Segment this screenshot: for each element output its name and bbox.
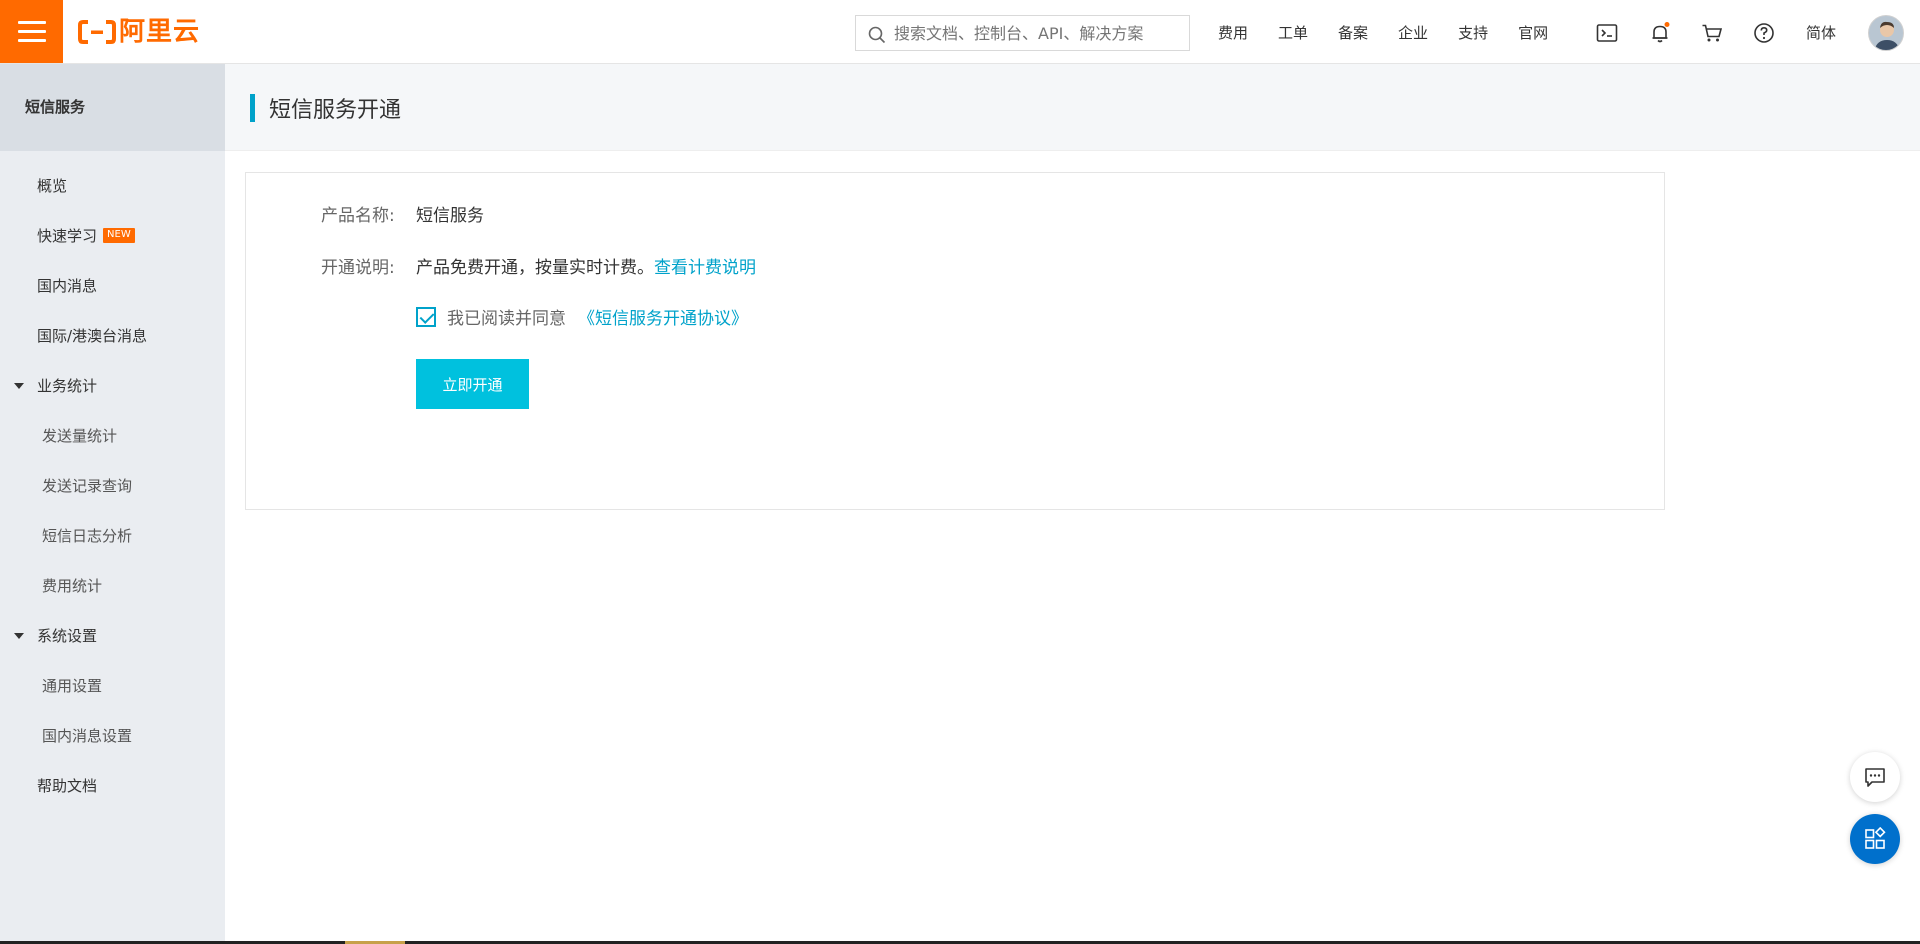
search-input[interactable] <box>894 16 1182 50</box>
page-title: 短信服务开通 <box>269 98 402 123</box>
new-badge: NEW <box>103 228 135 243</box>
sidebar-item-label: 帮助文档 <box>37 777 98 795</box>
user-avatar-icon <box>1869 16 1903 50</box>
sidebar-item-label: 概览 <box>37 177 68 195</box>
sidebar-group-business-stats[interactable]: 业务统计 <box>0 361 225 411</box>
page-header: 短信服务开通 <box>225 64 1920 151</box>
activation-card: 产品名称: 短信服务 开通说明: 产品免费开通，按量实时计费。查看计费说明 我已… <box>245 172 1665 510</box>
sidebar-item-label: 国内消息 <box>37 277 98 295</box>
apps-grid-icon <box>1865 827 1886 849</box>
sidebar-item-label: 快速学习 <box>37 227 98 245</box>
top-bar: 阿里云 费用 工单 备案 企业 支持 官网 <box>0 0 1920 64</box>
avatar[interactable] <box>1868 15 1904 51</box>
top-nav-ticket[interactable]: 工单 <box>1278 22 1308 43</box>
sidebar-item-send-volume-stats[interactable]: 发送量统计 <box>0 411 225 461</box>
agreement-text: 我已阅读并同意 <box>447 309 566 329</box>
title-accent-bar <box>250 94 255 122</box>
product-name-value: 短信服务 <box>416 206 484 226</box>
sidebar-menu: 概览 快速学习 NEW 国内消息 国际/港澳台消息 业务统计 发送量统计 发送记录… <box>0 151 225 811</box>
sidebar-title[interactable]: 短信服务 <box>0 64 225 151</box>
sidebar-item-general-settings[interactable]: 通用设置 <box>0 661 225 711</box>
top-nav-enterprise[interactable]: 企业 <box>1398 22 1428 43</box>
sidebar-item-domestic-message-settings[interactable]: 国内消息设置 <box>0 711 225 761</box>
apps-float-button[interactable] <box>1850 814 1900 864</box>
sidebar-item-label: 通用设置 <box>42 677 103 695</box>
language-switch[interactable]: 简体 <box>1806 22 1836 43</box>
menu-toggle-button[interactable] <box>0 0 63 63</box>
sidebar-item-label: 费用统计 <box>42 577 103 595</box>
notification-dot <box>1664 22 1670 27</box>
menu-icon-line <box>18 30 46 33</box>
caret-down-icon <box>14 633 24 639</box>
top-nav-website[interactable]: 官网 <box>1518 22 1548 43</box>
top-nav: 费用 工单 备案 企业 支持 官网 <box>1218 0 1578 64</box>
sidebar-item-international-messages[interactable]: 国际/港澳台消息 <box>0 311 225 361</box>
menu-icon-line <box>18 39 46 42</box>
sidebar-item-label: 系统设置 <box>37 627 98 645</box>
sidebar-item-help-docs[interactable]: 帮助文档 <box>0 761 225 811</box>
caret-down-icon <box>14 383 24 389</box>
menu-icon <box>18 21 46 24</box>
activation-desc-value: 产品免费开通，按量实时计费。查看计费说明 <box>416 253 756 278</box>
help-icon[interactable] <box>1752 21 1776 45</box>
sidebar-group-system-settings[interactable]: 系统设置 <box>0 611 225 661</box>
billing-info-link[interactable]: 查看计费说明 <box>654 258 756 278</box>
sidebar-item-label: 业务统计 <box>37 377 98 395</box>
brand-logo-text: 阿里云 <box>119 17 201 47</box>
terminal-icon[interactable] <box>1595 21 1619 45</box>
sidebar-item-fee-stats[interactable]: 费用统计 <box>0 561 225 611</box>
search-box[interactable] <box>855 15 1190 51</box>
sidebar-item-quick-learn[interactable]: 快速学习 NEW <box>0 211 225 261</box>
agreement-row: 我已阅读并同意 《短信服务开通协议》 <box>416 304 748 329</box>
sidebar-item-domestic-messages[interactable]: 国内消息 <box>0 261 225 311</box>
chat-icon <box>1865 768 1885 787</box>
chat-float-button[interactable] <box>1850 752 1900 802</box>
activation-desc-text: 产品免费开通，按量实时计费。 <box>416 258 654 278</box>
sidebar-item-label: 短信日志分析 <box>42 527 133 545</box>
brand-logo[interactable]: 阿里云 <box>78 16 200 48</box>
sidebar-item-label: 国内消息设置 <box>42 727 133 745</box>
sidebar-item-label: 发送量统计 <box>42 427 118 445</box>
sidebar: 短信服务 概览 快速学习 NEW 国内消息 国际/港澳台消息 业务统计 发送量统计… <box>0 64 225 944</box>
cart-icon[interactable] <box>1700 21 1724 45</box>
top-nav-icp[interactable]: 备案 <box>1338 22 1368 43</box>
sidebar-item-label: 国际/港澳台消息 <box>37 327 148 345</box>
sidebar-item-sms-log-analysis[interactable]: 短信日志分析 <box>0 511 225 561</box>
top-nav-fee[interactable]: 费用 <box>1218 22 1248 43</box>
aliyun-logo-icon <box>78 20 116 44</box>
top-nav-support[interactable]: 支持 <box>1458 22 1488 43</box>
sidebar-item-label: 发送记录查询 <box>42 477 133 495</box>
agreement-link[interactable]: 《短信服务开通协议》 <box>578 304 748 329</box>
activate-now-button[interactable]: 立即开通 <box>416 359 529 409</box>
search-icon <box>868 26 886 44</box>
bell-icon[interactable] <box>1648 21 1672 45</box>
sidebar-item-send-record-query[interactable]: 发送记录查询 <box>0 461 225 511</box>
agreement-checkbox[interactable] <box>416 306 436 327</box>
sidebar-item-overview[interactable]: 概览 <box>0 161 225 211</box>
